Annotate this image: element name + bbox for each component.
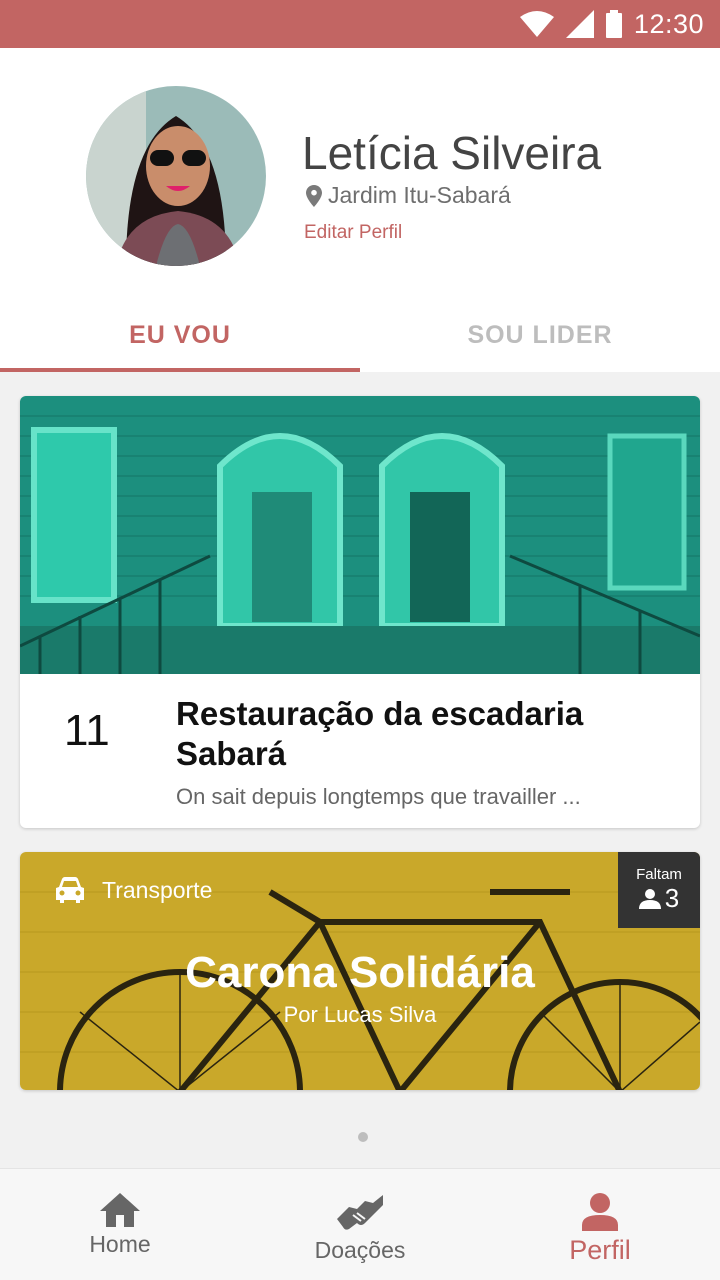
person-icon bbox=[582, 1193, 618, 1231]
nav-perfil[interactable]: Perfil bbox=[480, 1169, 720, 1280]
location-pin-icon bbox=[306, 184, 322, 207]
event-title: Restauração da escadaria Sabará bbox=[176, 695, 584, 772]
event-cover-image bbox=[20, 396, 700, 674]
nav-doacoes[interactable]: Doações bbox=[240, 1169, 480, 1280]
bottom-nav: Home Doações Perfil bbox=[0, 1168, 720, 1280]
battery-icon bbox=[605, 10, 622, 38]
event-description: On sait depuis longtemps que travailler … bbox=[176, 784, 581, 809]
nav-perfil-label: Perfil bbox=[569, 1235, 631, 1265]
wifi-icon bbox=[519, 11, 554, 37]
avatar[interactable] bbox=[86, 86, 266, 266]
status-icons: 12:30 bbox=[519, 0, 704, 48]
status-time: 12:30 bbox=[633, 8, 704, 39]
remaining-badge: Faltam 3 bbox=[618, 852, 700, 928]
tab-eu-vou[interactable]: EU VOU bbox=[0, 298, 360, 372]
event-day: 11 bbox=[64, 706, 110, 755]
badge-count-value: 3 bbox=[664, 883, 680, 913]
category-label: Transporte bbox=[102, 876, 213, 903]
nav-doacoes-label: Doações bbox=[314, 1237, 406, 1263]
person-icon bbox=[638, 888, 661, 909]
handshake-icon bbox=[337, 1195, 383, 1230]
status-bar: 12:30 bbox=[0, 0, 720, 48]
activity-category: Transporte bbox=[54, 876, 212, 904]
nav-home-label: Home bbox=[89, 1231, 151, 1257]
cell-signal-icon bbox=[565, 10, 594, 38]
profile-name: Letícia Silveira bbox=[302, 127, 602, 179]
event-card[interactable]: 11 Restauração da escadaria Sabará On sa… bbox=[20, 396, 700, 828]
profile-location: Jardim Itu-Sabará bbox=[306, 182, 511, 209]
activity-title: Carona Solidária bbox=[185, 948, 535, 997]
tab-sou-lider[interactable]: SOU LIDER bbox=[360, 298, 720, 372]
location-text: Jardim Itu-Sabará bbox=[328, 182, 511, 208]
activity-card[interactable]: Transporte Faltam 3 Carona Solidária Por… bbox=[20, 852, 700, 1090]
activity-subtitle: Por Lucas Silva bbox=[283, 1002, 437, 1027]
badge-label: Faltam bbox=[636, 866, 682, 883]
edit-profile-link[interactable]: Editar Perfil bbox=[304, 222, 402, 244]
home-icon bbox=[100, 1193, 140, 1227]
badge-count: 3 bbox=[638, 883, 680, 914]
pager-dot bbox=[358, 1132, 368, 1142]
nav-home[interactable]: Home bbox=[0, 1169, 240, 1280]
profile-header: Letícia Silveira Jardim Itu-Sabará Edita… bbox=[0, 48, 720, 372]
car-icon bbox=[56, 877, 84, 903]
profile-tabs: EU VOU SOU LIDER bbox=[0, 298, 720, 372]
